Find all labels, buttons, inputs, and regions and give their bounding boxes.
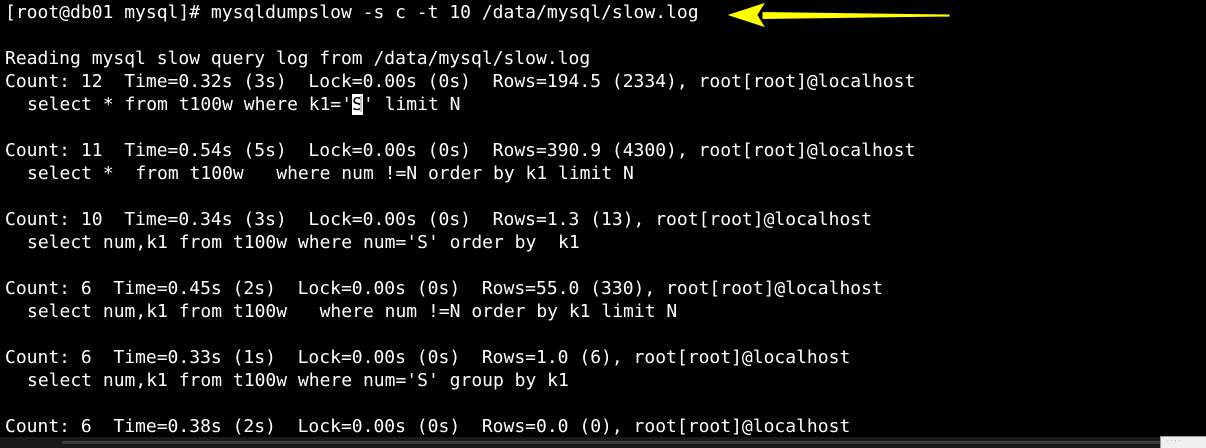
entry-stats-4: Count: 6 Time=0.45s (2s) Lock=0.00s (0s)… (5, 278, 883, 299)
entry-query-5: select num,k1 from t100w where num='S' g… (27, 370, 569, 391)
reading-line: Reading mysql slow query log from /data/… (5, 48, 591, 69)
entry-query-4: select num,k1 from t100w where num !=N o… (27, 301, 678, 322)
query-text-before-cursor: select * from t100w where k1=' (27, 94, 353, 115)
terminal-window[interactable]: [root@db01 mysql]# mysqldumpslow -s c -t… (0, 0, 1206, 448)
command-line: [root@db01 mysql]# mysqldumpslow -s c -t… (5, 1, 699, 24)
status-corner: · · · · (1160, 436, 1206, 448)
entry-stats-3: Count: 10 Time=0.34s (3s) Lock=0.00s (0s… (5, 209, 872, 230)
command-text: mysqldumpslow -s c -t 10 /data/mysql/slo… (210, 2, 699, 23)
entry-stats-6: Count: 6 Time=0.38s (2s) Lock=0.00s (0s)… (5, 416, 851, 437)
entry-query-3: select num,k1 from t100w where num='S' o… (27, 232, 580, 253)
entry-query-1: select * from t100w where k1='S' limit N (27, 93, 461, 116)
mouse-ibeam-icon (359, 96, 362, 112)
shell-prompt: [root@db01 mysql]# (5, 2, 211, 23)
entry-stats-1: Count: 12 Time=0.32s (3s) Lock=0.00s (0s… (5, 71, 916, 92)
corner-text: · · · · (1167, 438, 1181, 445)
query-text-after-cursor: ' limit N (362, 94, 461, 115)
scrollbar-track[interactable] (62, 441, 1160, 444)
entry-query-2: select * from t100w where num !=N order … (27, 163, 634, 184)
entry-stats-5: Count: 6 Time=0.33s (1s) Lock=0.00s (0s)… (5, 347, 851, 368)
entry-stats-2: Count: 11 Time=0.54s (5s) Lock=0.00s (0s… (5, 140, 916, 161)
arrow-left-icon (724, 1, 951, 29)
